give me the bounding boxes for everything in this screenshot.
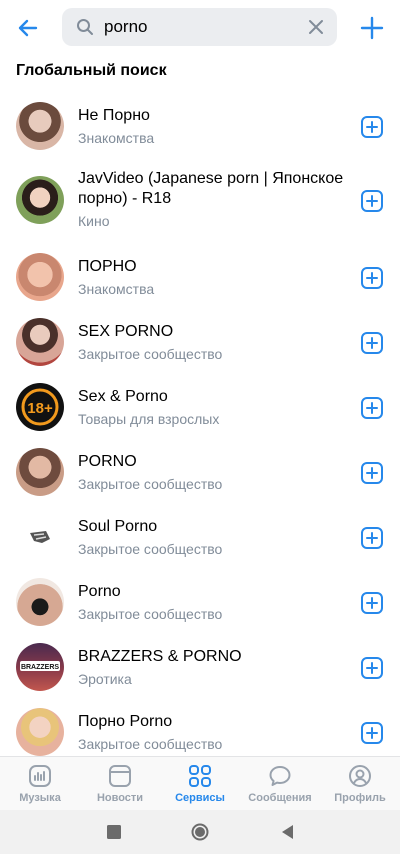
home-icon[interactable] bbox=[190, 822, 210, 842]
tab-label: Новости bbox=[96, 792, 144, 804]
list-item[interactable]: JavVideo (Japanese porn | Японское порно… bbox=[0, 158, 400, 244]
list-item[interactable]: PORNO Закрытое сообщество bbox=[0, 439, 400, 504]
add-plus-icon[interactable] bbox=[360, 656, 384, 680]
section-title: Глобальный поиск bbox=[16, 62, 167, 79]
item-name: ПОРНО bbox=[78, 258, 137, 275]
tab-label: Сообщения bbox=[248, 792, 312, 804]
tab-services[interactable]: Сервисы bbox=[160, 757, 240, 811]
item-category: Закрытое сообщество bbox=[78, 541, 223, 557]
add-plus-icon[interactable] bbox=[360, 721, 384, 745]
results-list: Не Порно Знакомства JavVideo (Japanese po… bbox=[0, 93, 400, 764]
avatar bbox=[16, 253, 64, 301]
back-triangle-icon[interactable] bbox=[278, 822, 298, 842]
music-icon bbox=[29, 765, 51, 787]
system-nav-bar bbox=[0, 810, 400, 854]
back-arrow-icon[interactable] bbox=[14, 14, 42, 42]
services-icon bbox=[189, 765, 211, 787]
age-18-badge-icon: 18+ bbox=[21, 388, 59, 426]
avatar-18-plus: 18+ bbox=[16, 383, 64, 431]
add-plus-icon[interactable] bbox=[360, 189, 384, 213]
item-category: Закрытое сообщество bbox=[78, 606, 223, 622]
avatar bbox=[16, 176, 64, 224]
tab-label: Сервисы bbox=[175, 792, 225, 804]
avatar bbox=[16, 318, 64, 366]
item-name: Porno bbox=[78, 583, 121, 600]
item-category: Знакомства bbox=[78, 281, 155, 297]
tab-label: Профиль bbox=[334, 792, 386, 804]
tab-profile[interactable]: Профиль bbox=[320, 757, 400, 811]
item-name: PORNO bbox=[78, 453, 137, 470]
list-item[interactable]: SEX PORNO Закрытое сообщество bbox=[0, 309, 400, 374]
item-category: Знакомства bbox=[78, 130, 155, 146]
profile-icon bbox=[349, 765, 371, 787]
item-category: Эротика bbox=[78, 671, 132, 687]
item-category: Кино bbox=[78, 213, 110, 229]
tab-news[interactable]: Новости bbox=[80, 757, 160, 811]
item-category: Товары для взрослых bbox=[78, 411, 220, 427]
list-item[interactable]: Soul Porno Закрытое сообщество bbox=[0, 504, 400, 569]
avatar bbox=[16, 448, 64, 496]
item-name: Sex & Porno bbox=[78, 388, 168, 405]
svg-text:18+: 18+ bbox=[27, 400, 53, 417]
add-plus-icon[interactable] bbox=[360, 266, 384, 290]
list-item[interactable]: ПОРНО Знакомства bbox=[0, 244, 400, 309]
item-category: Закрытое сообщество bbox=[78, 736, 223, 752]
item-name: Не Порно bbox=[78, 107, 150, 124]
tab-messages[interactable]: Сообщения bbox=[240, 757, 320, 811]
messages-icon bbox=[269, 766, 291, 786]
item-name: JavVideo (Japanese porn | Японское порно… bbox=[78, 170, 344, 207]
search-input[interactable]: porno bbox=[104, 17, 147, 37]
avatar bbox=[16, 578, 64, 626]
top-bar: porno bbox=[0, 0, 400, 56]
soul-logo-icon bbox=[30, 531, 50, 543]
search-icon bbox=[77, 19, 93, 35]
add-plus-icon[interactable] bbox=[360, 331, 384, 355]
list-item[interactable]: Porno Закрытое сообщество bbox=[0, 569, 400, 634]
brazzers-logo-icon: BRAZZERS bbox=[20, 661, 60, 671]
avatar bbox=[16, 708, 64, 756]
tab-music[interactable]: Музыка bbox=[0, 757, 80, 811]
svg-text:BRAZZERS: BRAZZERS bbox=[21, 664, 59, 671]
list-item[interactable]: Порно Porno Закрытое сообщество bbox=[0, 699, 400, 764]
recent-apps-icon[interactable] bbox=[104, 822, 124, 842]
list-item[interactable]: 18+ Sex & Porno Товары для взрослых bbox=[0, 374, 400, 439]
add-plus-icon[interactable] bbox=[360, 396, 384, 420]
add-plus-icon[interactable] bbox=[360, 591, 384, 615]
add-plus-icon[interactable] bbox=[360, 526, 384, 550]
list-item[interactable]: Не Порно Знакомства bbox=[0, 93, 400, 158]
item-name: Soul Porno bbox=[78, 518, 158, 535]
news-icon bbox=[109, 765, 131, 787]
avatar bbox=[16, 513, 64, 561]
item-name: SEX PORNO bbox=[78, 323, 174, 340]
clear-icon[interactable] bbox=[307, 18, 325, 36]
add-plus-icon[interactable] bbox=[358, 14, 386, 42]
avatar-brazzers: BRAZZERS bbox=[16, 643, 64, 691]
add-plus-icon[interactable] bbox=[360, 461, 384, 485]
item-name: Порно Porno bbox=[78, 713, 173, 730]
item-category: Закрытое сообщество bbox=[78, 346, 223, 362]
add-plus-icon[interactable] bbox=[360, 115, 384, 139]
bottom-tab-bar: Музыка Новости Сервисы Сообщения Профиль bbox=[0, 756, 400, 810]
item-category: Закрытое сообщество bbox=[78, 476, 223, 492]
item-name: BRAZZERS & PORNO bbox=[78, 648, 242, 665]
tab-label: Музыка bbox=[19, 792, 61, 804]
list-item[interactable]: BRAZZERS BRAZZERS & PORNO Эротика bbox=[0, 634, 400, 699]
avatar bbox=[16, 102, 64, 150]
search-field[interactable]: porno bbox=[62, 8, 337, 46]
